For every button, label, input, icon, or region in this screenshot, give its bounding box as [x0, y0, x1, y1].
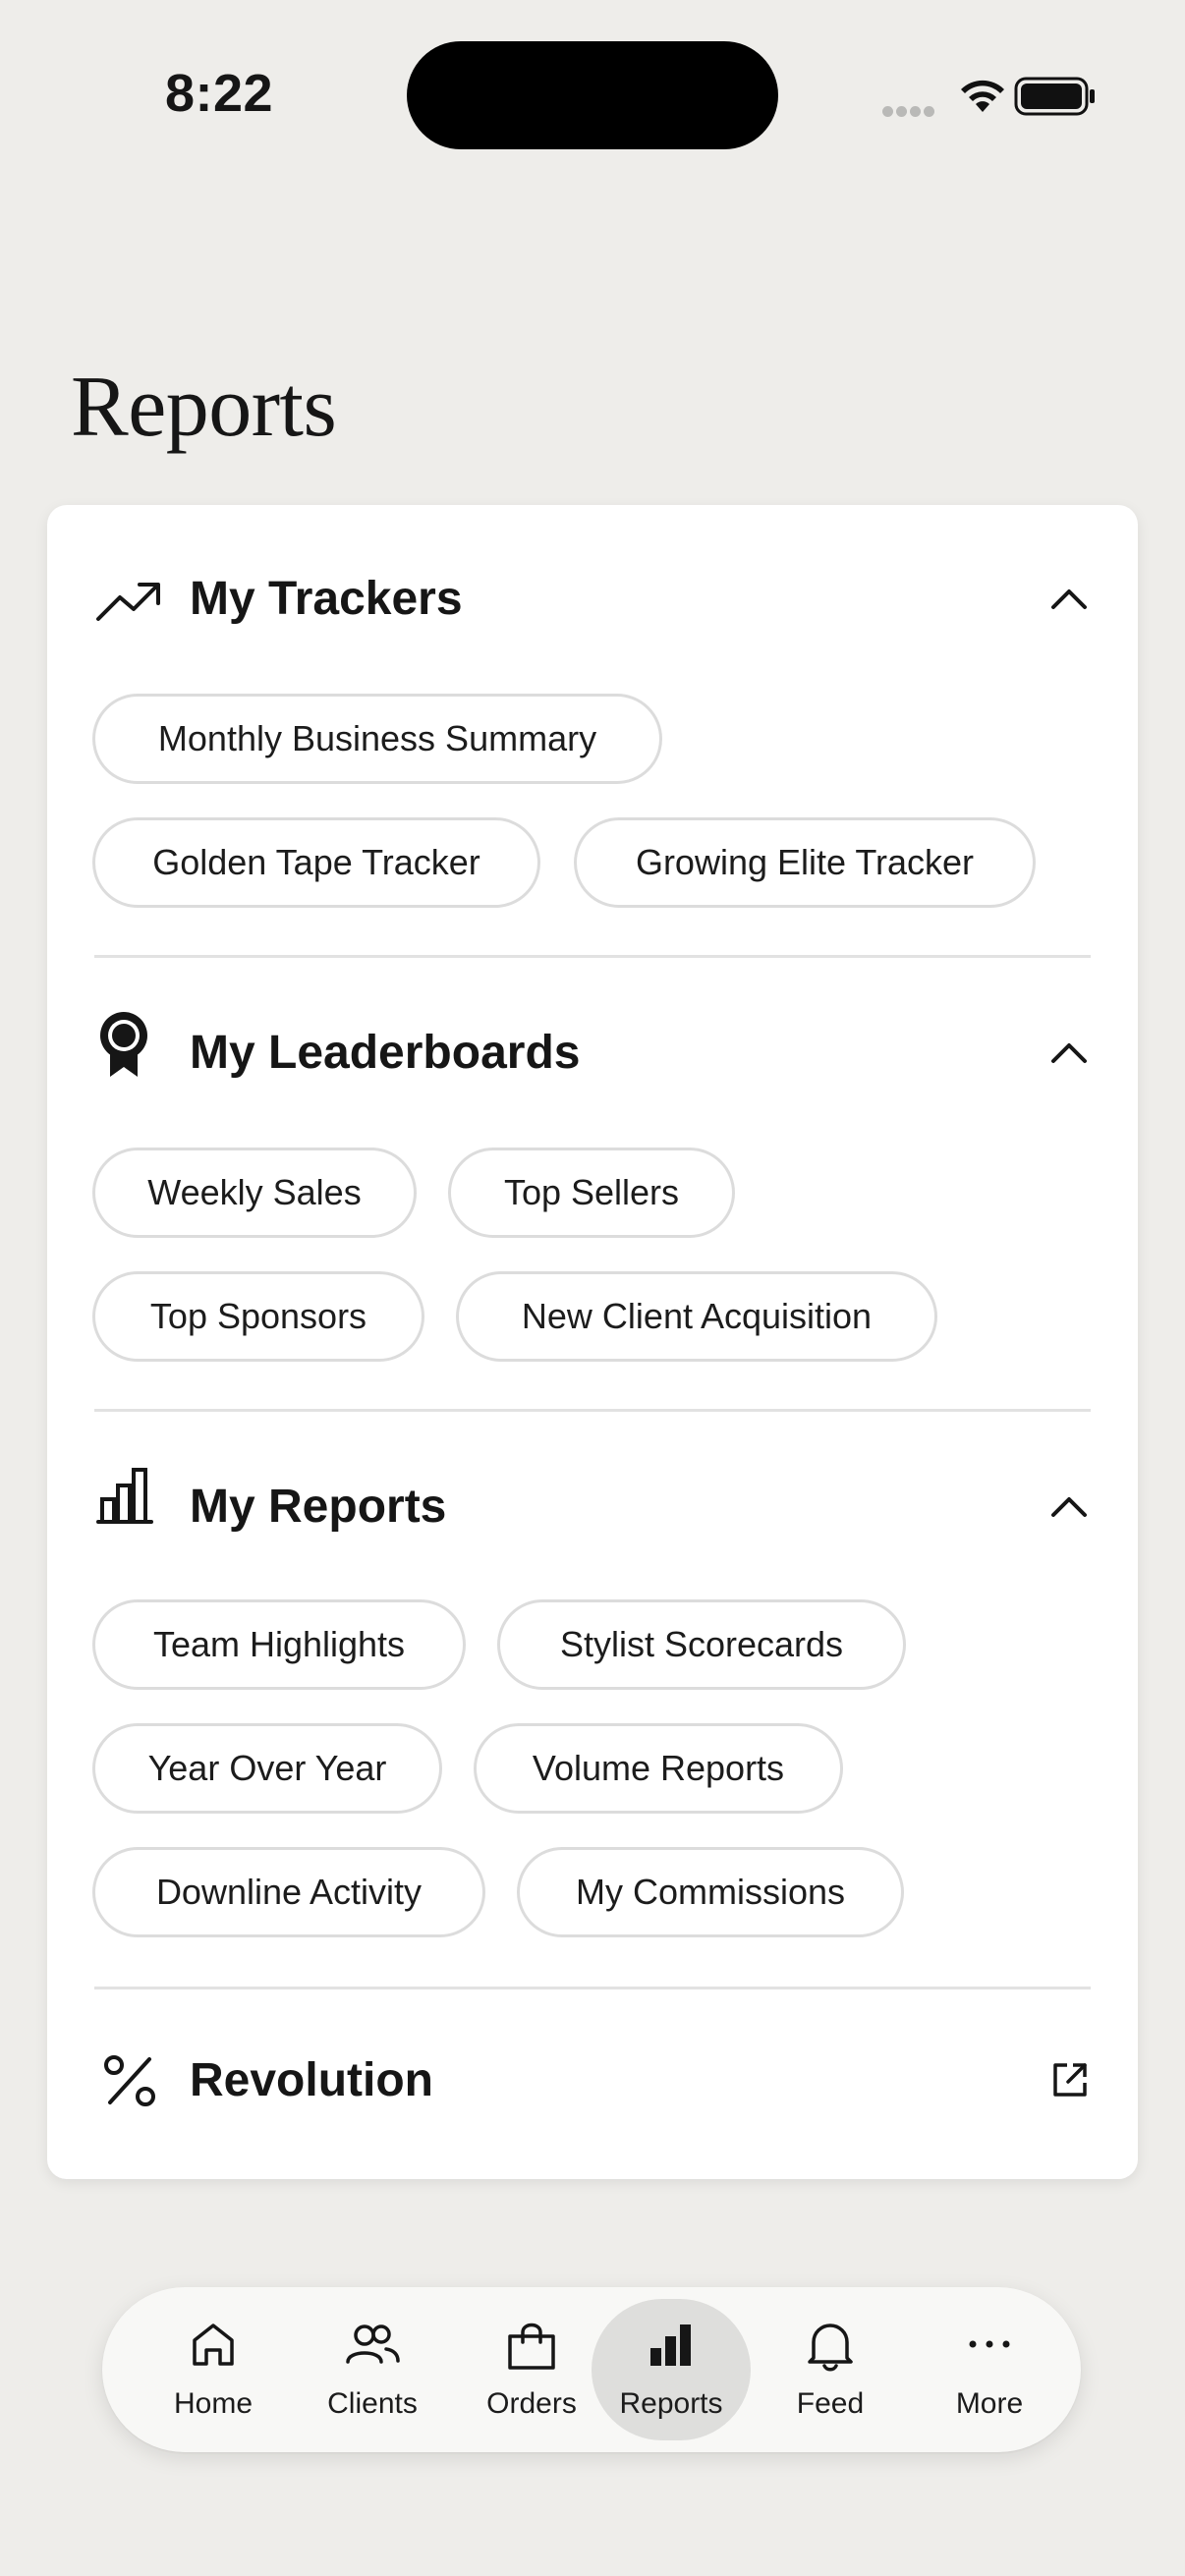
- chip-top-sponsors[interactable]: Top Sponsors: [92, 1271, 424, 1362]
- award-ribbon-icon: [100, 1012, 147, 1077]
- chevron-up-icon[interactable]: [1049, 1495, 1089, 1519]
- revolution-title: Revolution: [190, 2054, 433, 2106]
- nav-item-reports[interactable]: Reports: [592, 2287, 751, 2452]
- chip-monthly-business-summary[interactable]: Monthly Business Summary: [92, 694, 662, 784]
- chip-new-client-acquisition[interactable]: New Client Acquisition: [456, 1271, 937, 1362]
- reports-screen: 8:22 Reports My Trackers Monthly Busines…: [0, 0, 1185, 2576]
- chip-downline-activity[interactable]: Downline Activity: [92, 1847, 485, 1937]
- trackers-title: My Trackers: [190, 573, 463, 625]
- shopping-bag-icon: [508, 2323, 555, 2370]
- chip-golden-tape-tracker[interactable]: Golden Tape Tracker: [92, 817, 540, 908]
- nav-label-reports: Reports: [619, 2387, 723, 2420]
- section-divider: [94, 955, 1091, 958]
- trending-up-icon: [96, 583, 160, 621]
- chevron-up-icon[interactable]: [1049, 1041, 1089, 1065]
- users-icon: [346, 2324, 400, 2364]
- section-divider: [94, 1987, 1091, 1989]
- chip-team-highlights[interactable]: Team Highlights: [92, 1599, 466, 1690]
- chip-growing-elite-tracker[interactable]: Growing Elite Tracker: [574, 817, 1036, 908]
- nav-label-more: More: [955, 2387, 1024, 2420]
- chip-top-sellers[interactable]: Top Sellers: [448, 1148, 735, 1238]
- chip-volume-reports[interactable]: Volume Reports: [474, 1723, 843, 1814]
- bar-chart-icon: [650, 2324, 691, 2366]
- nav-item-orders[interactable]: Orders: [452, 2287, 611, 2452]
- chip-year-over-year[interactable]: Year Over Year: [92, 1723, 442, 1814]
- section-divider: [94, 1409, 1091, 1412]
- battery-icon: [1014, 77, 1095, 116]
- more-icon: [969, 2340, 1010, 2348]
- page-title: Reports: [71, 360, 337, 455]
- chip-stylist-scorecards[interactable]: Stylist Scorecards: [497, 1599, 906, 1690]
- bottom-nav: Home Clients Orders Reports Feed More: [102, 2287, 1081, 2452]
- chevron-up-icon[interactable]: [1049, 588, 1089, 611]
- chip-weekly-sales[interactable]: Weekly Sales: [92, 1148, 417, 1238]
- bar-chart-icon: [96, 1468, 153, 1524]
- section-revolution[interactable]: Revolution: [47, 1990, 1138, 2177]
- nav-item-clients[interactable]: Clients: [293, 2287, 452, 2452]
- reports-title: My Reports: [190, 1481, 447, 1533]
- chip-my-commissions[interactable]: My Commissions: [517, 1847, 904, 1937]
- leaderboards-header[interactable]: My Leaderboards: [47, 959, 1138, 1079]
- reports-header[interactable]: My Reports: [47, 1413, 1138, 1533]
- dynamic-island: [407, 41, 778, 149]
- nav-item-home[interactable]: Home: [134, 2287, 293, 2452]
- trackers-header[interactable]: My Trackers: [47, 505, 1138, 625]
- nav-item-more[interactable]: More: [910, 2287, 1069, 2452]
- nav-label-feed: Feed: [796, 2387, 865, 2420]
- external-link-icon[interactable]: [1051, 2061, 1089, 2099]
- status-time: 8:22: [165, 64, 274, 123]
- bell-icon: [808, 2324, 853, 2372]
- nav-item-feed[interactable]: Feed: [751, 2287, 910, 2452]
- percent-icon: [104, 2055, 155, 2106]
- nav-label-clients: Clients: [327, 2387, 418, 2420]
- leaderboards-title: My Leaderboards: [190, 1027, 581, 1079]
- wifi-icon: [961, 80, 1004, 112]
- status-icons: [841, 69, 1185, 128]
- cellular-signal-icon: [882, 104, 937, 122]
- reports-card: My Trackers Monthly Business Summary Gol…: [47, 505, 1138, 2179]
- nav-label-orders: Orders: [486, 2387, 577, 2420]
- home-icon: [193, 2324, 234, 2366]
- nav-label-home: Home: [173, 2387, 254, 2420]
